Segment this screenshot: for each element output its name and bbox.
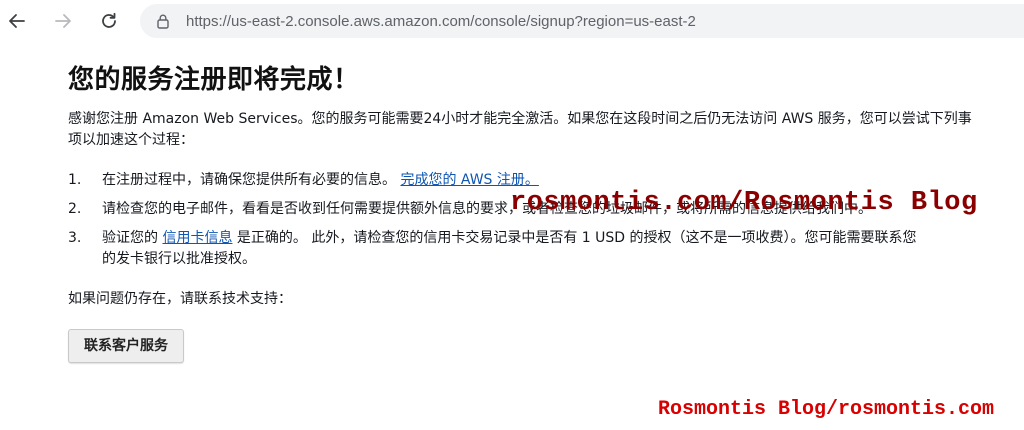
step-number: 2. bbox=[68, 201, 82, 217]
intro-text: 感谢您注册 Amazon Web Services。您的服务可能需要24小时才能… bbox=[68, 111, 972, 148]
step-text: 验证您的 bbox=[102, 230, 158, 246]
arrow-left-icon bbox=[9, 14, 25, 28]
help-text: 如果问题仍存在，请联系技术支持： bbox=[68, 291, 292, 307]
arrow-right-icon bbox=[55, 14, 71, 28]
step-number: 3. bbox=[68, 230, 82, 246]
page-title: 您的服务注册即将完成！ bbox=[68, 65, 360, 95]
contact-customer-service-button[interactable]: 联系客户服务 bbox=[68, 329, 184, 363]
back-button[interactable] bbox=[2, 6, 32, 36]
steps-list: 1. 在注册过程中，请确保您提供所有必要的信息。 完成您的 AWS 注册。 2.… bbox=[68, 170, 988, 270]
forward-button[interactable] bbox=[48, 6, 78, 36]
step-number: 1. bbox=[68, 172, 82, 188]
step-text: 在注册过程中，请确保您提供所有必要的信息。 bbox=[102, 172, 396, 188]
reload-button[interactable] bbox=[94, 6, 124, 36]
credit-card-info-link[interactable]: 信用卡信息 bbox=[162, 230, 232, 246]
watermark-center: rosmontis.com/Rosmontis Blog bbox=[510, 188, 978, 218]
browser-toolbar: https://us-east-2.console.aws.amazon.com… bbox=[0, 0, 1024, 42]
page-info-icon[interactable] bbox=[154, 12, 172, 30]
address-bar[interactable]: https://us-east-2.console.aws.amazon.com… bbox=[140, 4, 1024, 38]
list-item: 3. 验证您的 信用卡信息 是正确的。 此外，请检查您的信用卡交易记录中是否有 … bbox=[68, 228, 928, 270]
complete-signup-link[interactable]: 完成您的 AWS 注册。 bbox=[400, 172, 538, 188]
url-text: https://us-east-2.console.aws.amazon.com… bbox=[186, 12, 696, 30]
reload-icon bbox=[102, 12, 116, 28]
watermark-bottom: Rosmontis Blog/rosmontis.com bbox=[658, 398, 995, 421]
